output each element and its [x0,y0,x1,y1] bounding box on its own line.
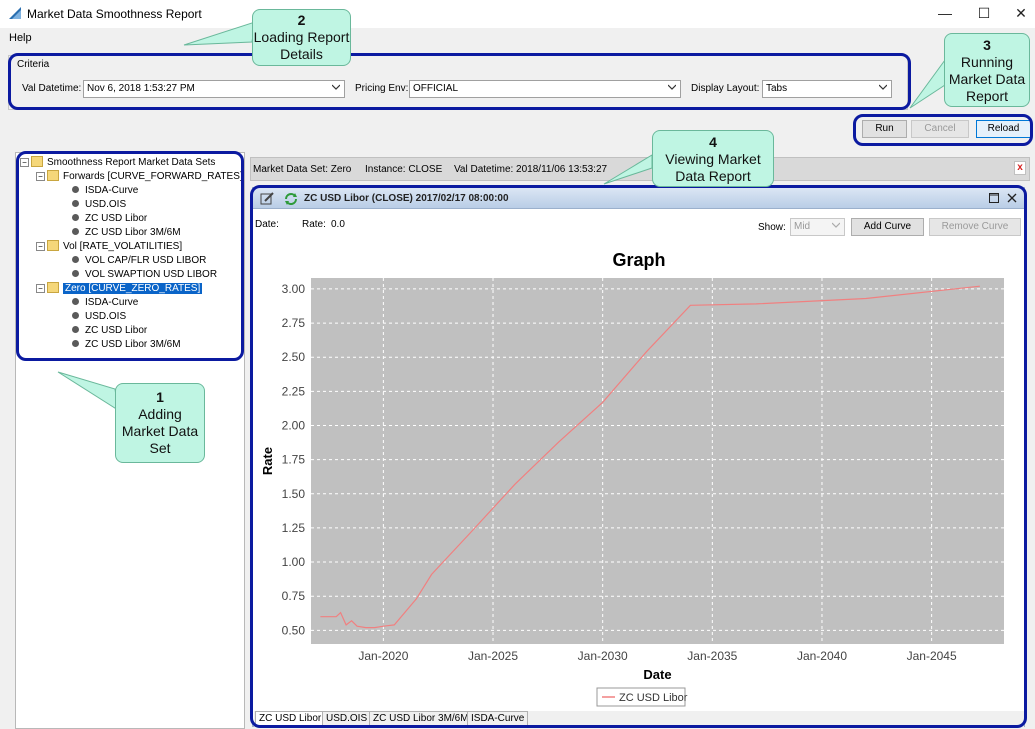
callout-4-number: 4 [709,134,717,150]
callout-2: 2 Loading Report Details [252,9,351,66]
callout-3-number: 3 [983,37,991,53]
callout-1-number: 1 [156,389,164,405]
callout-2-number: 2 [297,12,306,28]
callout-3-text: Running Market Data Report [948,54,1026,104]
callout-1: 1 Adding Market Data Set [115,383,205,463]
callout-4-text: Viewing Market Data Report [665,151,761,184]
callout-pointers [57,21,946,412]
callout-4: 4 Viewing Market Data Report [652,130,774,187]
callout-3: 3 Running Market Data Report [944,33,1030,107]
callout-1-text: Adding Market Data Set [121,406,199,456]
callout-2-text: Loading Report Details [253,29,350,62]
